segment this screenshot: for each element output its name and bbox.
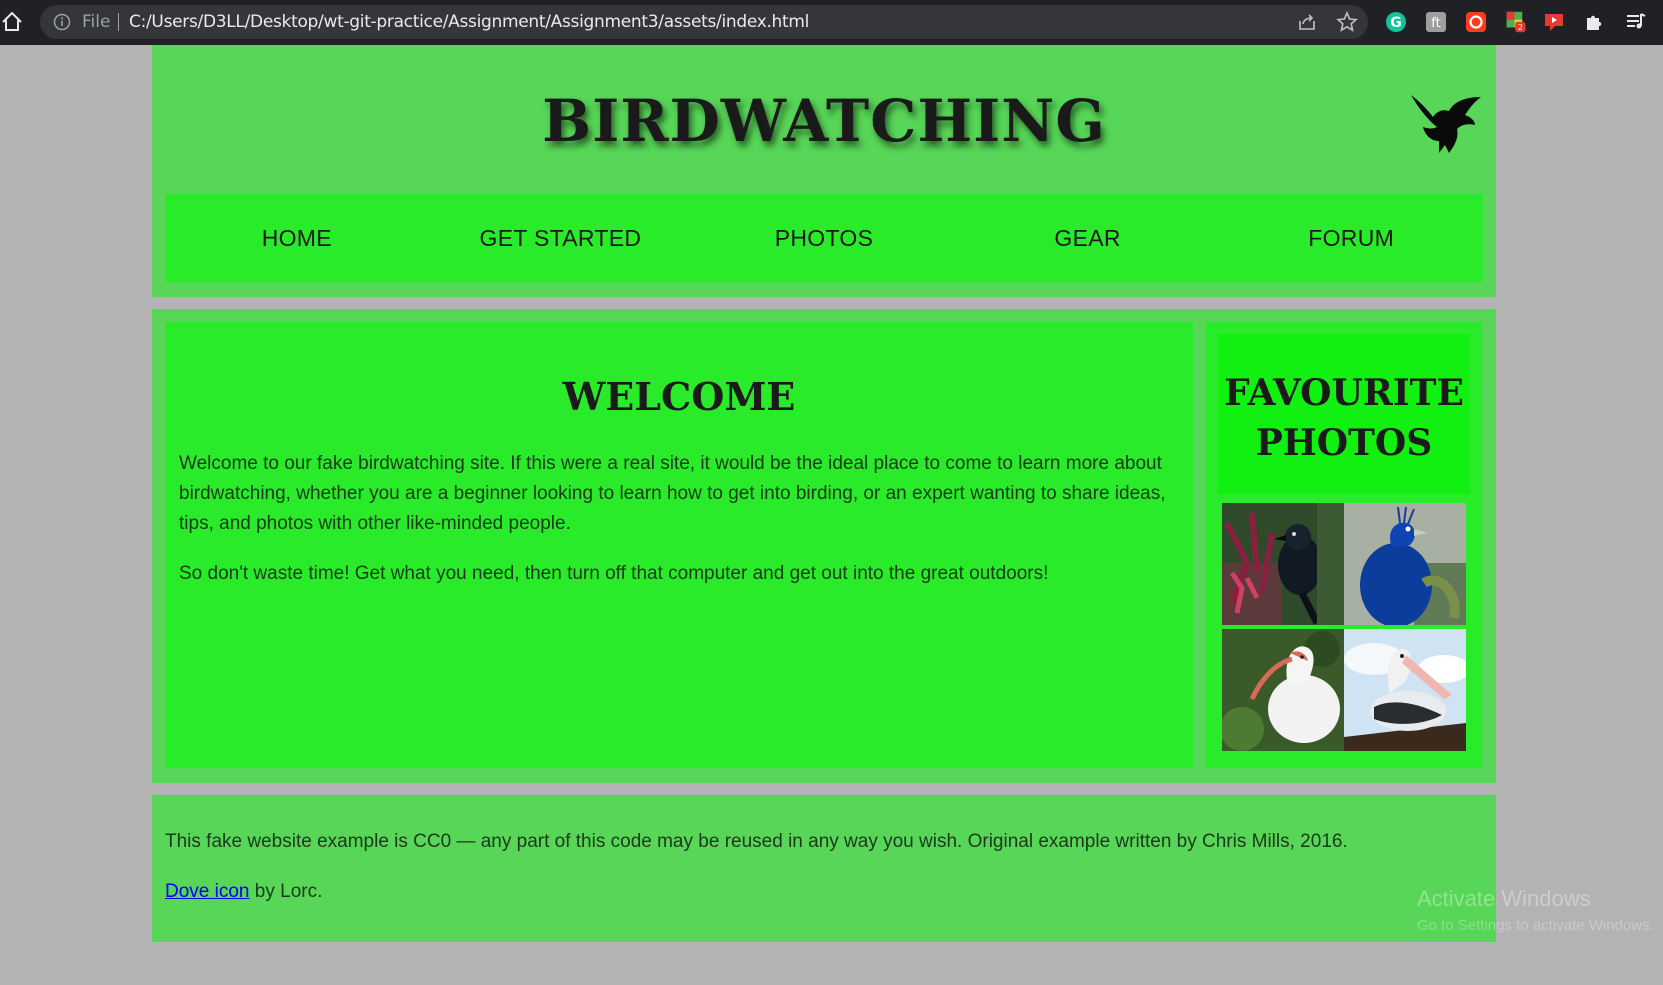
svg-text:G: G: [1390, 15, 1402, 31]
site-title: BIRDWATCHING: [542, 87, 1106, 155]
browser-toolbar: File C:/Users/D3LL/Desktop/wt-git-practi…: [0, 0, 1663, 45]
license-text: This fake website example is CC0 — any p…: [165, 831, 1348, 852]
favourite-photos-heading: FAVOURITE PHOTOS: [1224, 372, 1464, 464]
site-header: BIRDWATCHING HOME GET STARTED PHOTOS GEA…: [152, 45, 1496, 297]
file-label: File: [82, 12, 111, 32]
extensions-puzzle-icon[interactable]: [1583, 11, 1605, 33]
nav-item-home: HOME: [168, 225, 426, 252]
home-icon[interactable]: [0, 8, 24, 36]
welcome-article: WELCOME Welcome to our fake birdwatching…: [165, 322, 1193, 768]
main-nav: HOME GET STARTED PHOTOS GEAR FORUM: [165, 194, 1483, 282]
nav-link-get-started[interactable]: GET STARTED: [431, 225, 689, 252]
ibis-photo[interactable]: [1222, 629, 1344, 751]
credit-line: Dove icon by Lorc.: [165, 881, 322, 903]
color-extension-icon[interactable]: 2: [1505, 11, 1527, 33]
favourite-photos-header: FAVOURITE PHOTOS: [1218, 334, 1470, 494]
favourite-photos-sidebar: FAVOURITE PHOTOS: [1206, 322, 1482, 768]
tui-bird-photo[interactable]: [1222, 503, 1344, 625]
nav-link-forum[interactable]: FORUM: [1222, 225, 1480, 252]
grammarly-extension-icon[interactable]: G: [1385, 11, 1407, 33]
dove-icon-link[interactable]: Dove icon: [165, 881, 250, 902]
extension-badge: 2: [1518, 23, 1523, 32]
media-control-icon[interactable]: [1625, 11, 1647, 33]
share-icon[interactable]: [1296, 11, 1318, 33]
credit-author: by Lorc.: [249, 881, 323, 902]
url-text[interactable]: C:/Users/D3LL/Desktop/wt-git-practice/As…: [129, 12, 809, 32]
youtube-extension-icon[interactable]: [1543, 11, 1565, 33]
nav-item-forum: FORUM: [1222, 225, 1480, 252]
svg-text:ft: ft: [1431, 16, 1440, 31]
nav-link-photos[interactable]: PHOTOS: [695, 225, 953, 252]
nav-item-photos: PHOTOS: [695, 225, 953, 252]
nav-link-home[interactable]: HOME: [168, 225, 426, 252]
pelican-photo[interactable]: [1344, 629, 1466, 751]
activate-windows-watermark: Activate Windows: [1417, 886, 1591, 911]
separator: [118, 13, 119, 31]
dove-logo-icon: [1411, 95, 1481, 153]
main-content: WELCOME Welcome to our fake birdwatching…: [152, 309, 1496, 783]
nav-item-gear: GEAR: [959, 225, 1217, 252]
font-extension-icon[interactable]: ft: [1425, 11, 1447, 33]
activate-windows-subtext: Go to Settings to activate Windows.: [1417, 917, 1654, 934]
peacock-photo[interactable]: [1344, 503, 1466, 625]
info-icon[interactable]: [53, 13, 71, 31]
outdoors-paragraph: So don't waste time! Get what you need, …: [179, 563, 1049, 584]
nav-item-get-started: GET STARTED: [431, 225, 689, 252]
address-bar[interactable]: File C:/Users/D3LL/Desktop/wt-git-practi…: [40, 5, 1368, 39]
welcome-heading: WELCOME: [562, 374, 796, 419]
record-extension-icon[interactable]: [1465, 11, 1487, 33]
nav-link-gear[interactable]: GEAR: [959, 225, 1217, 252]
bookmark-star-icon[interactable]: [1336, 11, 1358, 33]
welcome-paragraph: Welcome to our fake birdwatching site. I…: [179, 453, 1166, 534]
site-footer: This fake website example is CC0 — any p…: [152, 795, 1654, 942]
